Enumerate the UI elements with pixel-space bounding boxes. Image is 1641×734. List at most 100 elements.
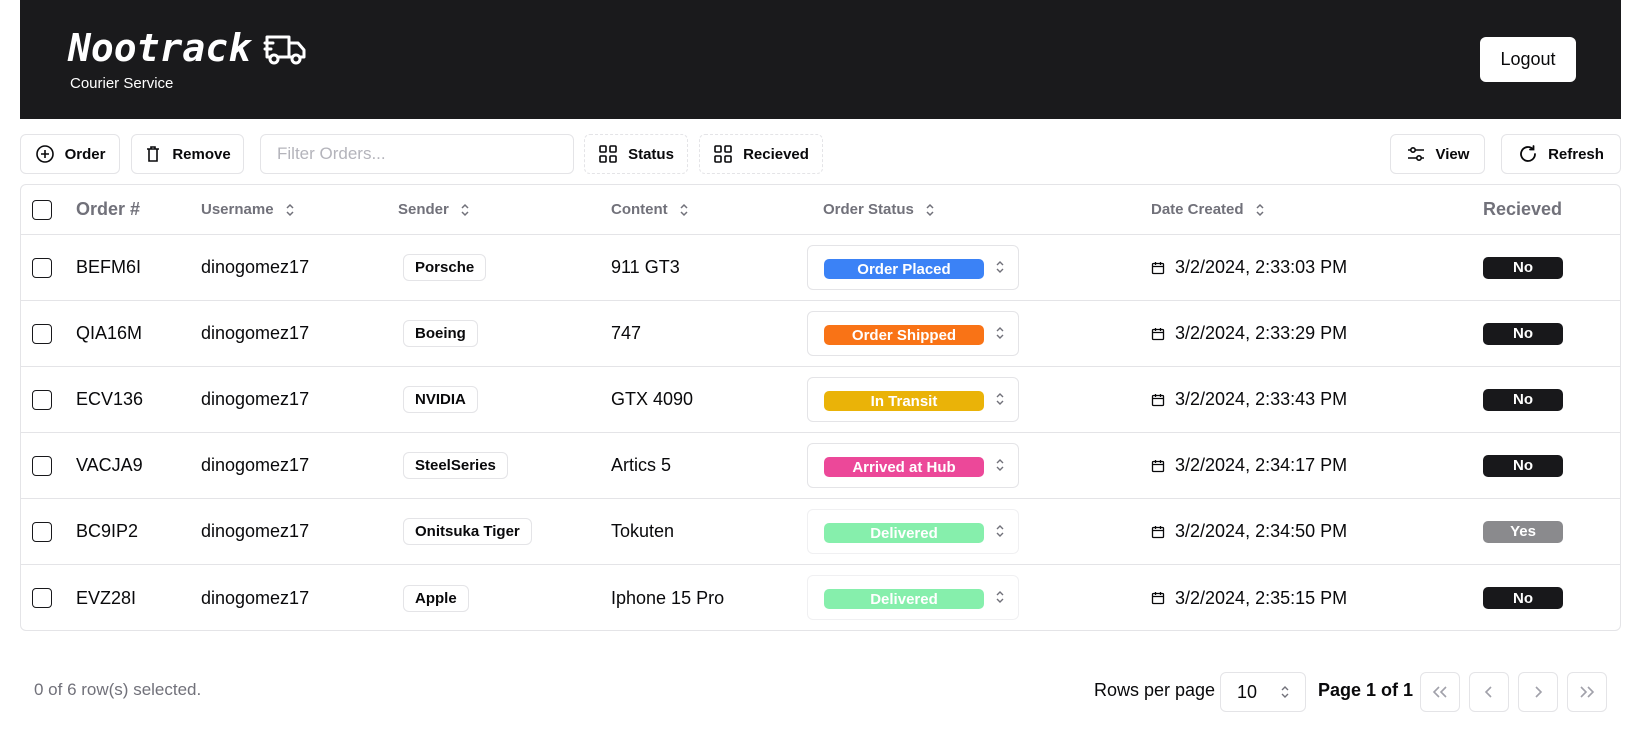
row-checkbox[interactable] <box>32 588 52 608</box>
brand-subtitle: Courier Service <box>70 75 174 92</box>
order-number: BC9IP2 <box>76 521 139 541</box>
col-status[interactable]: Order Status <box>823 185 936 234</box>
username: dinogomez17 <box>201 587 310 608</box>
col-status-label: Order Status <box>823 201 914 218</box>
previous-page-button[interactable] <box>1469 672 1509 712</box>
page-indicator: Page 1 of 1 <box>1318 680 1414 700</box>
view-button[interactable]: View <box>1390 134 1485 174</box>
col-content-label: Content <box>611 201 668 218</box>
sender-badge: Boeing <box>403 320 478 347</box>
username: dinogomez17 <box>201 521 310 541</box>
received-cell: No <box>1483 301 1563 366</box>
row-select-cell <box>32 367 52 432</box>
table-row[interactable]: QIA16M dinogomez17 Boeing 747 Order Ship… <box>21 301 1620 367</box>
username: dinogomez17 <box>201 389 310 409</box>
logout-button[interactable]: Logout <box>1480 37 1576 82</box>
sender-cell: Porsche <box>403 235 487 300</box>
date-created-value: 3/2/2024, 2:34:17 PM <box>1175 455 1348 475</box>
grid-icon <box>713 144 733 164</box>
received-cell: No <box>1483 433 1563 498</box>
order-status-select[interactable]: Arrived at Hub <box>807 443 1019 488</box>
row-select-cell <box>32 235 52 300</box>
table-row[interactable]: BEFM6I dinogomez17 Porsche 911 GT3 Order… <box>21 235 1620 301</box>
row-select-cell <box>32 301 52 366</box>
row-checkbox[interactable] <box>32 389 52 410</box>
refresh-button[interactable]: Refresh <box>1501 134 1621 174</box>
order-status-badge: Arrived at Hub <box>824 457 984 477</box>
sort-icon <box>678 202 690 218</box>
order-status-select[interactable]: Order Shipped <box>807 311 1019 356</box>
last-page-button[interactable] <box>1567 672 1607 712</box>
received-badge: No <box>1483 388 1563 411</box>
order-status-select[interactable]: In Transit <box>807 377 1019 422</box>
row-checkbox[interactable] <box>32 521 52 542</box>
date-created-value: 3/2/2024, 2:33:43 PM <box>1175 389 1348 409</box>
rows-per-page-label: Rows per page <box>1094 680 1216 700</box>
first-page-button[interactable] <box>1420 672 1460 712</box>
remove-button[interactable]: Remove <box>131 134 244 174</box>
content: Iphone 15 Pro <box>611 587 725 608</box>
app-header: Nootrack Courier Service Logout <box>20 0 1621 119</box>
order-number: VACJA9 <box>76 455 143 475</box>
date-created-value: 3/2/2024, 2:33:03 PM <box>1175 257 1348 277</box>
col-username[interactable]: Username <box>201 185 296 234</box>
next-page-button[interactable] <box>1518 672 1558 712</box>
received-badge: No <box>1483 322 1563 345</box>
sender-badge: Apple <box>403 584 469 612</box>
chevron-up-down-icon <box>994 258 1006 281</box>
col-order[interactable]: Order # <box>76 185 140 234</box>
table-row[interactable]: ECV136 dinogomez17 NVIDIA GTX 4090 In Tr… <box>21 367 1620 433</box>
table-row[interactable]: EVZ28I dinogomez17 Apple Iphone 15 Pro D… <box>21 565 1620 630</box>
received-filter-button[interactable]: Recieved <box>699 134 823 174</box>
date-created: 3/2/2024, 2:35:15 PM <box>1151 565 1347 630</box>
row-checkbox[interactable] <box>32 455 52 476</box>
add-order-button[interactable]: Order <box>20 134 120 174</box>
date-created: 3/2/2024, 2:33:43 PM <box>1151 367 1347 432</box>
status-filter-button[interactable]: Status <box>584 134 688 174</box>
orders-table: Order # Username Sender Content Order St… <box>20 184 1621 631</box>
calendar-icon <box>1151 261 1165 275</box>
filter-orders-input[interactable] <box>260 134 574 174</box>
order-status-select[interactable]: Order Placed <box>807 245 1019 290</box>
date-created: 3/2/2024, 2:33:03 PM <box>1151 235 1347 300</box>
sender-cell: Apple <box>403 565 469 630</box>
chevrons-left-icon <box>1431 684 1449 700</box>
content: 747 <box>611 323 642 343</box>
date-created: 3/2/2024, 2:33:29 PM <box>1151 301 1347 366</box>
order-status-select[interactable]: Delivered <box>807 575 1019 620</box>
sort-icon <box>1254 202 1266 218</box>
refresh-label: Refresh <box>1548 145 1604 163</box>
order-status-badge: In Transit <box>824 391 984 411</box>
chevron-up-down-icon <box>994 456 1006 479</box>
add-order-label: Order <box>64 145 106 163</box>
sender-badge: Porsche <box>403 254 487 281</box>
select-all-checkbox[interactable] <box>32 199 52 220</box>
sender-cell: Boeing <box>403 301 478 366</box>
order-status-select[interactable]: Delivered <box>807 509 1019 554</box>
refresh-icon <box>1518 144 1538 164</box>
received-cell: No <box>1483 367 1563 432</box>
row-checkbox[interactable] <box>32 257 52 278</box>
order-status-badge: Delivered <box>824 589 984 609</box>
table-row[interactable]: BC9IP2 dinogomez17 Onitsuka Tiger Tokute… <box>21 499 1620 565</box>
col-date[interactable]: Date Created <box>1151 185 1266 234</box>
order-number: ECV136 <box>76 389 144 409</box>
chevron-up-down-icon <box>1279 683 1291 706</box>
received-filter-label: Recieved <box>743 145 809 163</box>
received-cell: No <box>1483 565 1563 630</box>
table-row[interactable]: VACJA9 dinogomez17 SteelSeries Artics 5 … <box>21 433 1620 499</box>
received-badge: No <box>1483 454 1563 477</box>
sender-cell: Onitsuka Tiger <box>403 499 532 564</box>
received-badge: No <box>1483 587 1563 609</box>
received-cell: No <box>1483 235 1563 300</box>
col-date-label: Date Created <box>1151 201 1244 218</box>
col-sender-label: Sender <box>398 201 449 218</box>
grid-icon <box>598 144 618 164</box>
row-checkbox[interactable] <box>32 323 52 344</box>
username: dinogomez17 <box>201 455 310 475</box>
rows-per-page-select[interactable]: 10 <box>1220 672 1306 712</box>
col-sender[interactable]: Sender <box>398 185 471 234</box>
chevron-up-down-icon <box>994 522 1006 545</box>
col-content[interactable]: Content <box>611 185 690 234</box>
date-created-value: 3/2/2024, 2:34:50 PM <box>1175 521 1348 541</box>
